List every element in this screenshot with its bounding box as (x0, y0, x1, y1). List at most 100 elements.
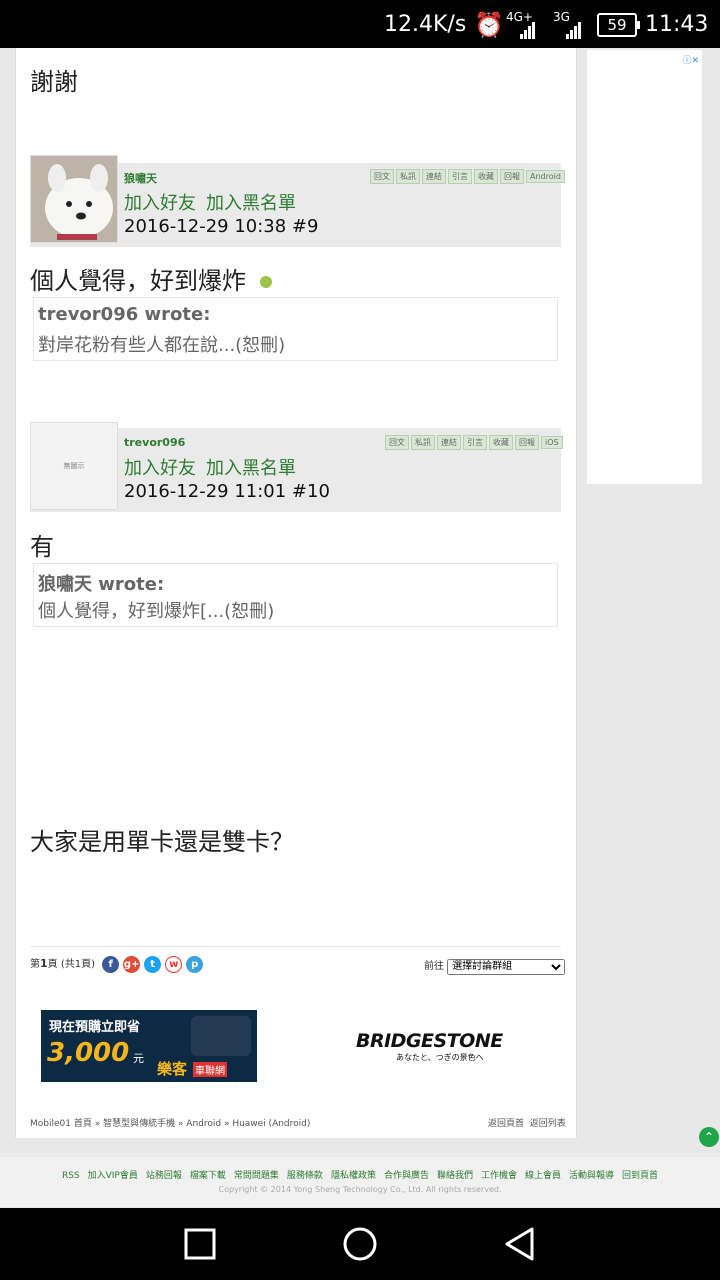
pager-prefix: 第 (30, 959, 40, 970)
quote-block: trevor096 wrote: 對岸花粉有些人都在說...(恕刪) (33, 297, 558, 361)
footer-link[interactable]: RSS (62, 1171, 80, 1181)
net-speed: 12.4K/s (384, 12, 467, 37)
plurk-icon[interactable]: p (186, 955, 204, 973)
back-to-list-link[interactable]: 返回列表 (530, 1119, 566, 1129)
dog-avatar-icon (31, 156, 117, 242)
tag-platform: Android (526, 170, 565, 183)
tag-reply[interactable]: 回文 (370, 169, 394, 184)
tag-favorite[interactable]: 收藏 (474, 169, 498, 184)
ad-brand-logo: BRIDGESTONE (356, 1030, 503, 1052)
chevron-up-icon[interactable]: ⌃ (699, 1127, 719, 1147)
tag-link[interactable]: 連結 (437, 435, 461, 450)
footer-link[interactable]: 工作機會 (481, 1171, 517, 1181)
breadcrumb[interactable]: Mobile01 首頁 » 智慧型與傳統手機 » Android » Huawe… (30, 1116, 310, 1129)
pager-current[interactable]: 1 (40, 957, 48, 970)
signal-bars-icon (520, 14, 536, 39)
group-select[interactable]: 選擇討論群組 (447, 958, 566, 975)
footer-link[interactable]: 隱私權政策 (331, 1171, 376, 1181)
ad-amount: 3,000 (47, 1038, 130, 1068)
avatar[interactable] (30, 155, 118, 243)
add-friend-link[interactable]: 加入好友 (124, 193, 196, 214)
post-body-text: 個人覺得，好到爆炸 (30, 267, 246, 295)
quote-text: 個人覺得，好到爆炸[...(恕刪) (38, 601, 275, 622)
back-links: 返回頁首 返回列表 (488, 1116, 566, 1129)
weibo-icon[interactable]: w (165, 955, 183, 973)
pager-total: 頁 (共1頁) (47, 959, 95, 970)
quote-author: 狼嘯天 wrote: (38, 574, 165, 595)
tag-favorite[interactable]: 收藏 (489, 435, 513, 450)
navigation-bar (0, 1208, 720, 1280)
tag-report[interactable]: 回報 (515, 435, 539, 450)
tag-link[interactable]: 連結 (422, 169, 446, 184)
recent-apps-icon[interactable] (184, 1228, 216, 1260)
add-blocklist-link[interactable]: 加入黑名單 (206, 458, 296, 479)
pager: 第1頁 (共1頁) f g+ t w p (30, 955, 207, 973)
previous-post-text: 謝謝 (30, 68, 78, 96)
goto-group: 前往 選擇討論群組 (424, 957, 566, 975)
footer-link[interactable]: 線上會員 (525, 1171, 561, 1181)
back-to-top-link[interactable]: 返回頁首 (488, 1119, 524, 1129)
footer-link[interactable]: 回到頁首 (622, 1171, 658, 1181)
footer-link[interactable]: 聯絡我們 (437, 1171, 473, 1181)
divider (30, 946, 561, 947)
ad-choices-icon[interactable]: ⓘ✕ (682, 53, 699, 66)
clock: 11:43 (645, 12, 709, 37)
tag-message[interactable]: 私訊 (396, 169, 420, 184)
post-body-text: 有 (30, 533, 54, 561)
tag-quote[interactable]: 引言 (463, 435, 487, 450)
signal-bars-icon (566, 14, 582, 39)
tag-quote[interactable]: 引言 (448, 169, 472, 184)
status-bar: 12.4K/s ⏰ 4G+ 3G 59 11:43 (0, 0, 720, 48)
post-action-tags: 回文 私訊 連結 引言 收藏 回報 iOS (383, 435, 563, 450)
back-icon[interactable] (502, 1226, 538, 1262)
site-footer: RSS 加入VIP會員 站務回報 檔案下載 常問問題集 服務條款 隱私權政策 合作與廣告 聯絡我… (0, 1157, 720, 1207)
post-body: 個人覺得，好到爆炸 (30, 261, 272, 296)
copyright: Copyright © 2014 Yong Sheng Technology C… (218, 1185, 502, 1194)
car-dashboard-icon (191, 1016, 251, 1056)
post-username[interactable]: 狼嘯天 (124, 170, 157, 186)
footer-link[interactable]: 活動與報導 (569, 1171, 614, 1181)
ad-slogan: あなたと、つぎの景色へ (396, 1053, 484, 1062)
footer-link[interactable]: 加入VIP會員 (88, 1171, 138, 1181)
avatar-placeholder-text: 無圖示 (63, 462, 85, 470)
post-datetime: 2016-12-29 11:01 #10 (124, 481, 330, 502)
car-ad-banner[interactable]: 現在預購立即省 3,000 元 樂客 車聯網 (41, 1010, 257, 1082)
post-body-extra: 大家是用單卡還是雙卡？ (30, 828, 294, 856)
ad-headline: 現在預購立即省 (49, 1020, 141, 1035)
footer-link[interactable]: 合作與廣告 (384, 1171, 429, 1181)
quote-text: 對岸花粉有些人都在說...(恕刪) (38, 335, 286, 356)
tag-reply[interactable]: 回文 (385, 435, 409, 450)
ad-brand-sub: 車聯網 (193, 1062, 227, 1077)
footer-link[interactable]: 站務回報 (146, 1171, 182, 1181)
alarm-icon: ⏰ (474, 11, 504, 39)
footer-link[interactable]: 檔案下載 (190, 1171, 226, 1181)
bridgestone-ad[interactable]: BRIDGESTONE あなたと、つぎの景色へ (356, 1030, 536, 1063)
quote-block: 狼嘯天 wrote: 個人覺得，好到爆炸[...(恕刪) (33, 563, 558, 627)
add-blocklist-link[interactable]: 加入黑名單 (206, 193, 296, 214)
footer-link[interactable]: 服務條款 (287, 1171, 323, 1181)
ad-brand: 樂客 (157, 1060, 188, 1078)
facebook-icon[interactable]: f (102, 955, 120, 973)
battery-icon: 59 (597, 13, 640, 37)
post-user-links: 加入好友 加入黑名單 (124, 454, 306, 480)
google-plus-icon[interactable]: g+ (123, 955, 141, 973)
post-action-tags: 回文 私訊 連結 引言 收藏 回報 Android (368, 169, 565, 184)
post-user-links: 加入好友 加入黑名單 (124, 189, 306, 215)
home-icon[interactable] (342, 1226, 378, 1262)
tag-message[interactable]: 私訊 (411, 435, 435, 450)
quote-author: trevor096 wrote: (38, 304, 211, 325)
smiley-icon (259, 276, 272, 288)
side-ad[interactable]: ⓘ✕ (587, 50, 702, 484)
add-friend-link[interactable]: 加入好友 (124, 458, 196, 479)
ad-unit: 元 (133, 1052, 144, 1065)
goto-label: 前往 (424, 961, 444, 972)
post-datetime: 2016-12-29 10:38 #9 (124, 216, 319, 237)
post-username[interactable]: trevor096 (124, 436, 185, 449)
avatar[interactable]: 無圖示 (30, 422, 118, 510)
thread-content: 謝謝 狼嘯天 回文 私訊 連結 引言 收藏 回報 Android 加入好友 加入黑名單 201… (15, 48, 577, 1138)
footer-link[interactable]: 常問問題集 (234, 1171, 279, 1181)
twitter-icon[interactable]: t (144, 955, 162, 973)
tag-report[interactable]: 回報 (500, 169, 524, 184)
tag-platform: iOS (541, 436, 563, 449)
footer-links: RSS 加入VIP會員 站務回報 檔案下載 常問問題集 服務條款 隱私權政策 合作與廣告 聯絡我… (0, 1168, 720, 1181)
